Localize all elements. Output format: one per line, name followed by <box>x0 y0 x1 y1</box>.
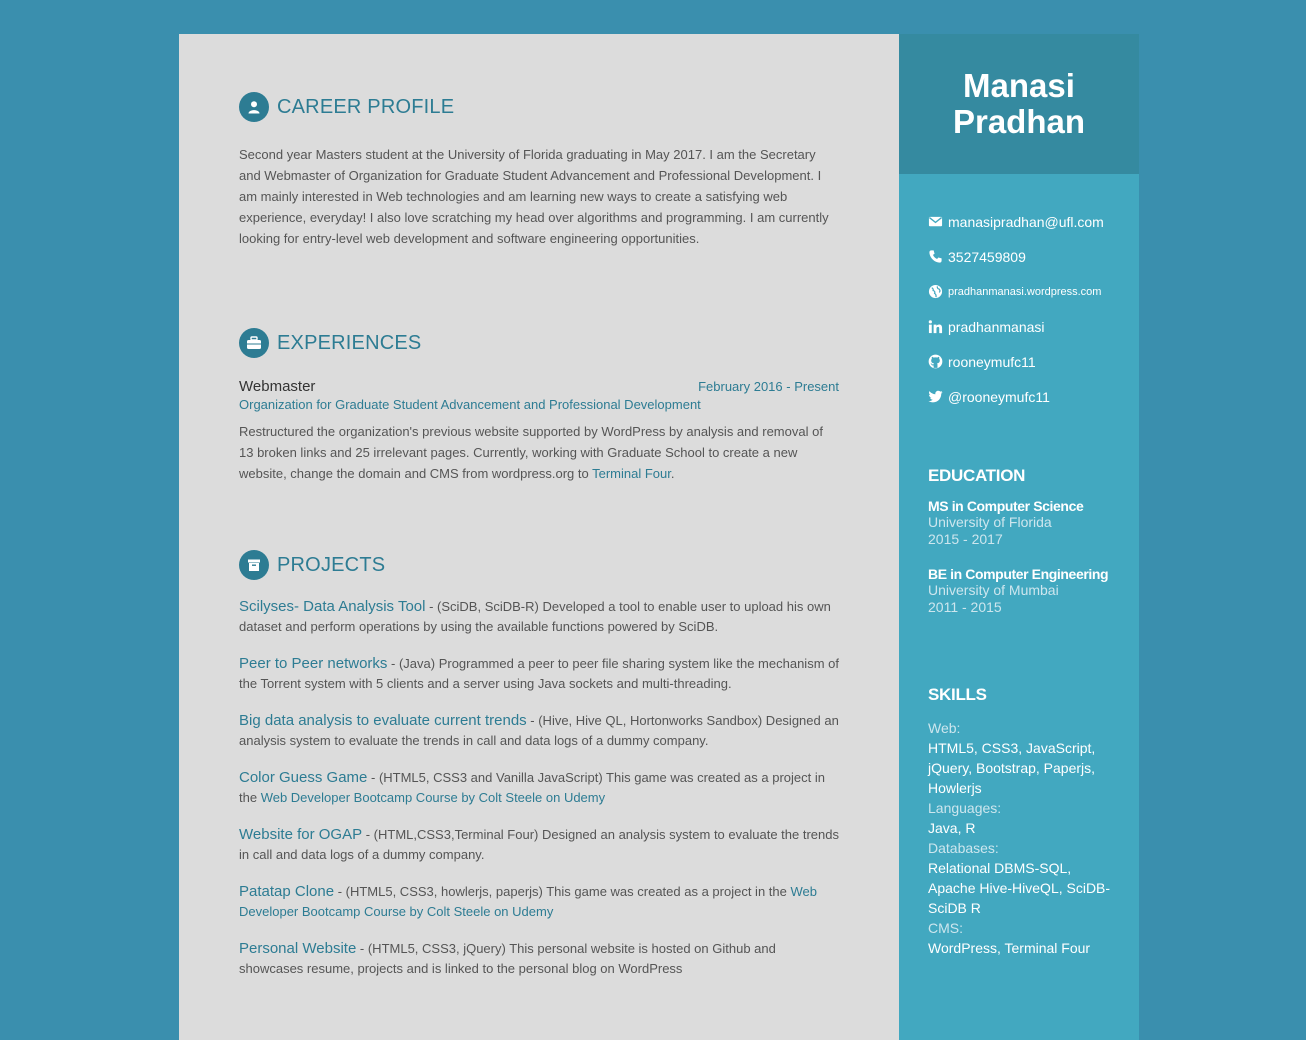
contact-text: manasipradhan@ufl.com <box>948 213 1104 230</box>
twitter-icon <box>928 390 943 403</box>
terminal-four-link[interactable]: Terminal Four <box>592 466 671 481</box>
skills-list: Web: HTML5, CSS3, JavaScript, jQuery, Bo… <box>928 718 1113 958</box>
profile-name: Manasi Pradhan <box>953 68 1085 140</box>
contact-text: rooneymufc11 <box>948 353 1036 370</box>
project-title[interactable]: Personal Website <box>239 940 356 957</box>
project-item: Color Guess Game - (HTML5, CSS3 and Vani… <box>239 768 839 808</box>
experiences-heading: EXPERIENCES <box>239 328 839 358</box>
section-title: PROJECTS <box>277 553 386 576</box>
project-title[interactable]: Website for OGAP <box>239 826 362 843</box>
school: University of Florida <box>928 514 1052 530</box>
github-icon <box>928 354 943 369</box>
contact-text: pradhanmanasi <box>948 318 1045 335</box>
skill-values: WordPress, Terminal Four <box>928 940 1091 956</box>
course-link[interactable]: Web Developer Bootcamp Course by Colt St… <box>261 790 605 805</box>
globe-icon <box>928 284 943 299</box>
school: University of Mumbai <box>928 582 1059 598</box>
project-item: Big data analysis to evaluate current tr… <box>239 711 839 751</box>
skill-values: Java, R <box>928 820 976 836</box>
project-title[interactable]: Peer to Peer networks <box>239 655 387 672</box>
years: 2011 - 2015 <box>928 599 1002 615</box>
job-description-end: . <box>670 466 675 481</box>
contact-text: @rooneymufc11 <box>948 388 1050 405</box>
job-description: Restructured the organization's previous… <box>239 421 839 484</box>
project-item: Patatap Clone - (HTML5, CSS3, howlerjs, … <box>239 882 839 922</box>
degree: BE in Computer Engineering <box>928 566 1109 582</box>
archive-icon <box>239 550 269 580</box>
skills-title: SKILLS <box>928 685 987 704</box>
project-desc: - (HTML5, CSS3, howlerjs, paperjs) This … <box>334 884 791 899</box>
education-item: MS in Computer Science University of Flo… <box>928 498 1108 548</box>
section-title: CAREER PROFILE <box>277 95 455 118</box>
project-item: Peer to Peer networks - (Java) Programme… <box>239 654 839 694</box>
skill-values: HTML5, CSS3, JavaScript, jQuery, Bootstr… <box>928 740 1096 796</box>
projects-section: PROJECTS Scilyses- Data Analysis Tool - … <box>239 550 839 996</box>
contact-website[interactable]: pradhanmanasi.wordpress.com <box>928 274 1139 309</box>
job-date: February 2016 - Present <box>698 379 839 394</box>
last-name: Pradhan <box>952 103 1086 140</box>
degree: MS in Computer Science <box>928 498 1084 514</box>
job-title: Webmaster <box>239 378 316 395</box>
contact-linkedin[interactable]: pradhanmanasi <box>928 309 1139 344</box>
career-profile-heading: CAREER PROFILE <box>239 92 839 122</box>
career-profile-section: CAREER PROFILE Second year Masters stude… <box>239 92 839 249</box>
project-item: Personal Website - (HTML5, CSS3, jQuery)… <box>239 939 839 979</box>
user-icon <box>239 92 269 122</box>
skill-values: Relational DBMS-SQL, Apache Hive-HiveQL,… <box>928 860 1111 916</box>
main-column: CAREER PROFILE Second year Masters stude… <box>179 34 899 1040</box>
contact-github[interactable]: rooneymufc11 <box>928 344 1139 379</box>
project-list: Scilyses- Data Analysis Tool - (SciDB, S… <box>239 597 839 979</box>
skill-category: Languages: <box>928 800 1002 816</box>
project-title[interactable]: Patatap Clone <box>239 883 334 900</box>
briefcase-icon <box>239 328 269 358</box>
phone-icon <box>929 250 942 263</box>
projects-heading: PROJECTS <box>239 550 839 580</box>
years: 2015 - 2017 <box>928 531 1003 547</box>
sidebar: Manasi Pradhan manasipradhan@ufl.com 352… <box>899 34 1139 1040</box>
job-organization: Organization for Graduate Student Advanc… <box>239 397 701 412</box>
project-item: Website for OGAP - (HTML,CSS3,Terminal F… <box>239 825 839 865</box>
education-item: BE in Computer Engineering University of… <box>928 566 1109 616</box>
section-title: EXPERIENCES <box>277 331 422 354</box>
linkedin-icon <box>928 320 943 334</box>
resume-page: CAREER PROFILE Second year Masters stude… <box>179 34 1139 1040</box>
project-title[interactable]: Color Guess Game <box>239 769 367 786</box>
education-section: EDUCATION MS in Computer Science Univers… <box>899 466 1109 616</box>
contact-text: pradhanmanasi.wordpress.com <box>948 285 1102 298</box>
skill-category: Databases: <box>928 840 999 856</box>
skills-section: SKILLS Web: HTML5, CSS3, JavaScript, jQu… <box>899 685 1113 958</box>
first-name: Manasi <box>963 67 1075 104</box>
project-title[interactable]: Big data analysis to evaluate current tr… <box>239 712 527 729</box>
contact-list: manasipradhan@ufl.com 3527459809 pradhan… <box>899 174 1139 414</box>
education-title: EDUCATION <box>928 466 1026 485</box>
skill-category: CMS: <box>928 920 963 936</box>
job-description-text: Restructured the organization's previous… <box>239 424 823 481</box>
name-header: Manasi Pradhan <box>899 34 1139 174</box>
envelope-icon <box>928 216 943 227</box>
job-item: Webmaster February 2016 - Present Organi… <box>239 378 839 484</box>
experiences-section: EXPERIENCES Webmaster February 2016 - Pr… <box>239 328 839 484</box>
contact-text: 3527459809 <box>948 248 1026 265</box>
career-summary: Second year Masters student at the Unive… <box>239 147 829 246</box>
contact-twitter[interactable]: @rooneymufc11 <box>928 379 1139 414</box>
contact-phone[interactable]: 3527459809 <box>928 239 1139 274</box>
skill-category: Web: <box>928 720 961 736</box>
project-item: Scilyses- Data Analysis Tool - (SciDB, S… <box>239 597 839 637</box>
contact-email[interactable]: manasipradhan@ufl.com <box>928 204 1139 239</box>
project-title[interactable]: Scilyses- Data Analysis Tool <box>239 598 425 615</box>
